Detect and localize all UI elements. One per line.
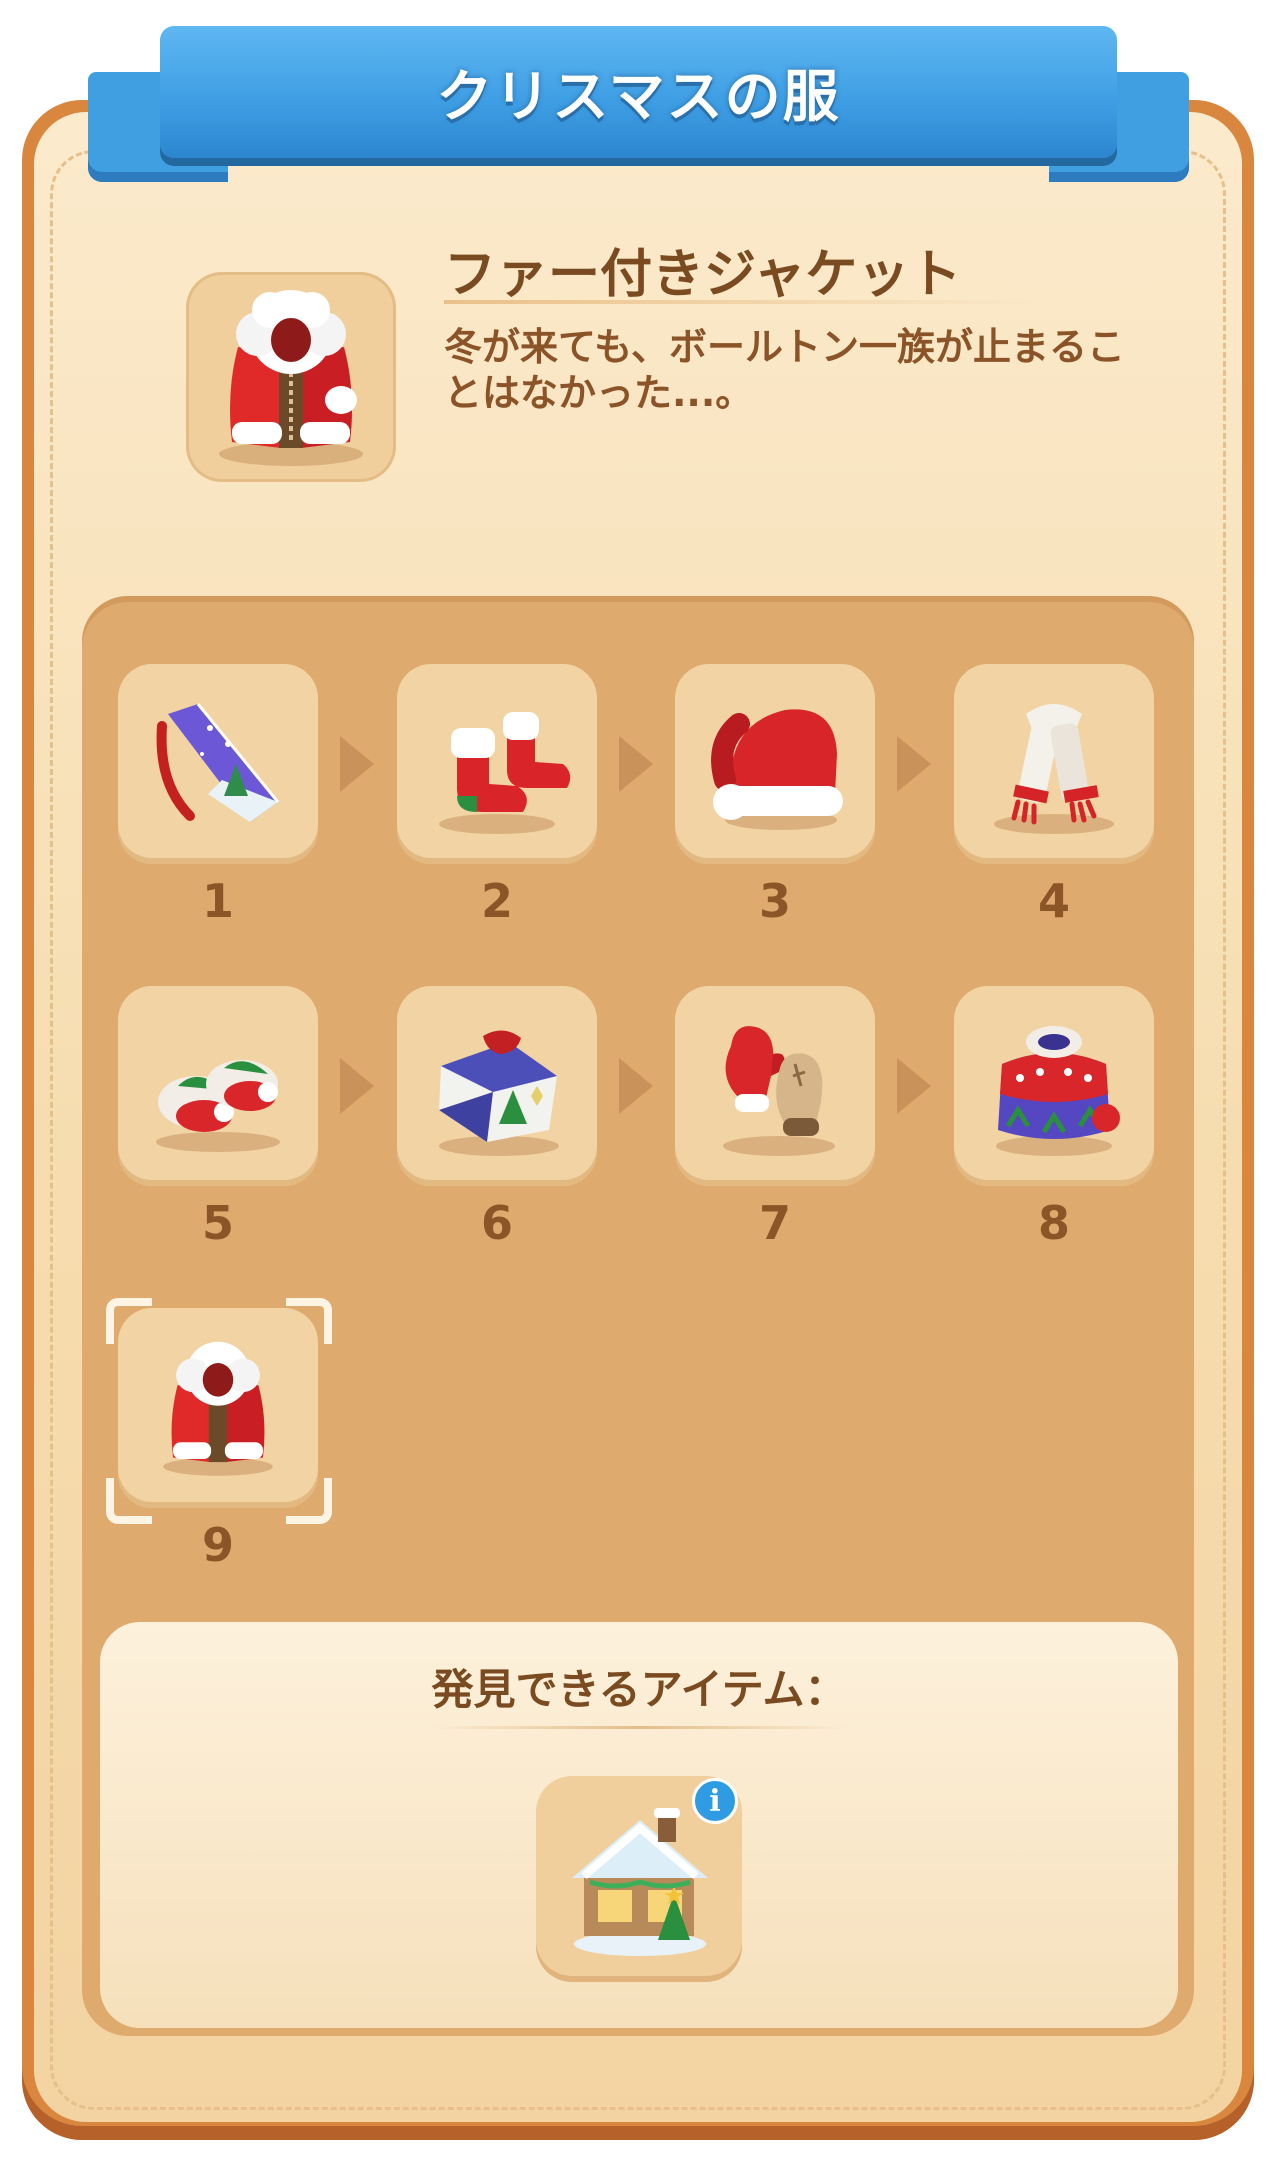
christmas-sweater-icon — [439, 1030, 559, 1156]
chain-arrow-icon — [897, 736, 931, 792]
fur-jacket-icon — [219, 290, 363, 466]
dialog-title: クリスマスの服 — [436, 64, 841, 130]
knit-pullover-icon — [996, 1026, 1120, 1156]
chain-number-1: 1 — [201, 874, 234, 928]
selection-corner-icon — [286, 1298, 332, 1344]
chain-slot-8[interactable] — [954, 986, 1154, 1186]
item-name-underline — [444, 300, 1034, 304]
chain-arrow-icon — [340, 736, 374, 792]
knit-scarf-icon — [994, 704, 1114, 834]
chain-arrow-icon — [340, 1058, 374, 1114]
chain-number-6: 6 — [480, 1196, 513, 1250]
christmas-socks-icon — [439, 712, 571, 834]
found-items-underline — [430, 1726, 850, 1729]
featured-item-slot — [186, 272, 396, 482]
mittens-icon — [723, 1026, 835, 1156]
chain-number-2: 2 — [480, 874, 513, 928]
slippers-icon — [156, 1060, 280, 1152]
chain-number-5: 5 — [201, 1196, 234, 1250]
chain-number-7: 7 — [758, 1196, 791, 1250]
chain-number-4: 4 — [1037, 874, 1070, 928]
chain-arrow-icon — [897, 1058, 931, 1114]
item-name: ファー付きジャケット — [444, 245, 962, 305]
chain-number-8: 8 — [1037, 1196, 1070, 1250]
santa-hat-icon — [711, 709, 843, 830]
chain-number-9: 9 — [201, 1518, 234, 1572]
chain-slot-3[interactable] — [675, 664, 875, 864]
found-items-label: 発見できるアイテム： — [431, 1665, 847, 1714]
chain-slot-2[interactable] — [397, 664, 597, 864]
chain-slot-1[interactable] — [118, 664, 318, 864]
chain-slot-4[interactable] — [954, 664, 1154, 864]
chain-arrow-icon — [619, 1058, 653, 1114]
chain-slot-6[interactable] — [397, 986, 597, 1186]
chain-slot-5[interactable] — [118, 986, 318, 1186]
fur-jacket-icon — [163, 1341, 273, 1476]
selection-corner-icon — [106, 1298, 152, 1344]
snowy-house-icon — [572, 1808, 708, 1956]
chain-slot-7[interactable] — [675, 986, 875, 1186]
chain-number-3: 3 — [758, 874, 791, 928]
item-description: 冬が来ても、ボールトン一族が止まることはなかった...。 — [444, 325, 1125, 415]
chain-arrow-icon — [619, 736, 653, 792]
info-icon[interactable]: i — [692, 1778, 738, 1824]
christmas-card-icon — [156, 703, 280, 822]
